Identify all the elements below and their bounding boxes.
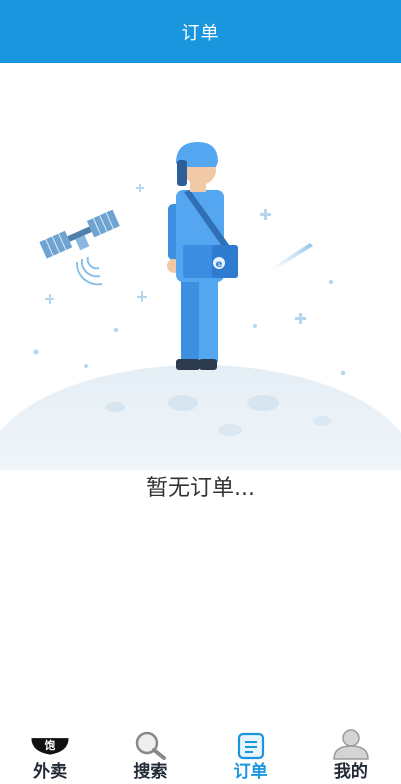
tab-orders-label: 订单: [233, 762, 268, 782]
empty-orders-message: 暂无订单...: [146, 476, 255, 501]
courier-on-moon-illustration: e: [0, 142, 401, 470]
page-title: 订单: [181, 22, 220, 44]
header-bar: 订单: [0, 0, 401, 63]
app-screen: 订单 e 暂无订单... 饱 外卖 搜索 订单 我的: [0, 0, 401, 784]
tab-takeout[interactable]: 饱 外卖: [0, 724, 100, 784]
eleme-logo-text: 饱: [45, 739, 56, 752]
tab-search[interactable]: 搜索: [100, 724, 200, 784]
tab-takeout-label: 外卖: [33, 762, 68, 782]
search-icon: [130, 726, 170, 760]
bottom-tab-bar: 饱 外卖 搜索 订单 我的: [0, 724, 401, 784]
tab-orders[interactable]: 订单: [201, 724, 301, 784]
svg-text:e: e: [216, 259, 223, 270]
order-list-icon: [231, 726, 271, 760]
tab-profile-label: 我的: [333, 762, 368, 782]
tab-profile[interactable]: 我的: [301, 724, 401, 784]
user-icon: [331, 726, 371, 760]
tab-search-label: 搜索: [133, 762, 168, 782]
eleme-logo-icon: 饱: [30, 726, 70, 760]
